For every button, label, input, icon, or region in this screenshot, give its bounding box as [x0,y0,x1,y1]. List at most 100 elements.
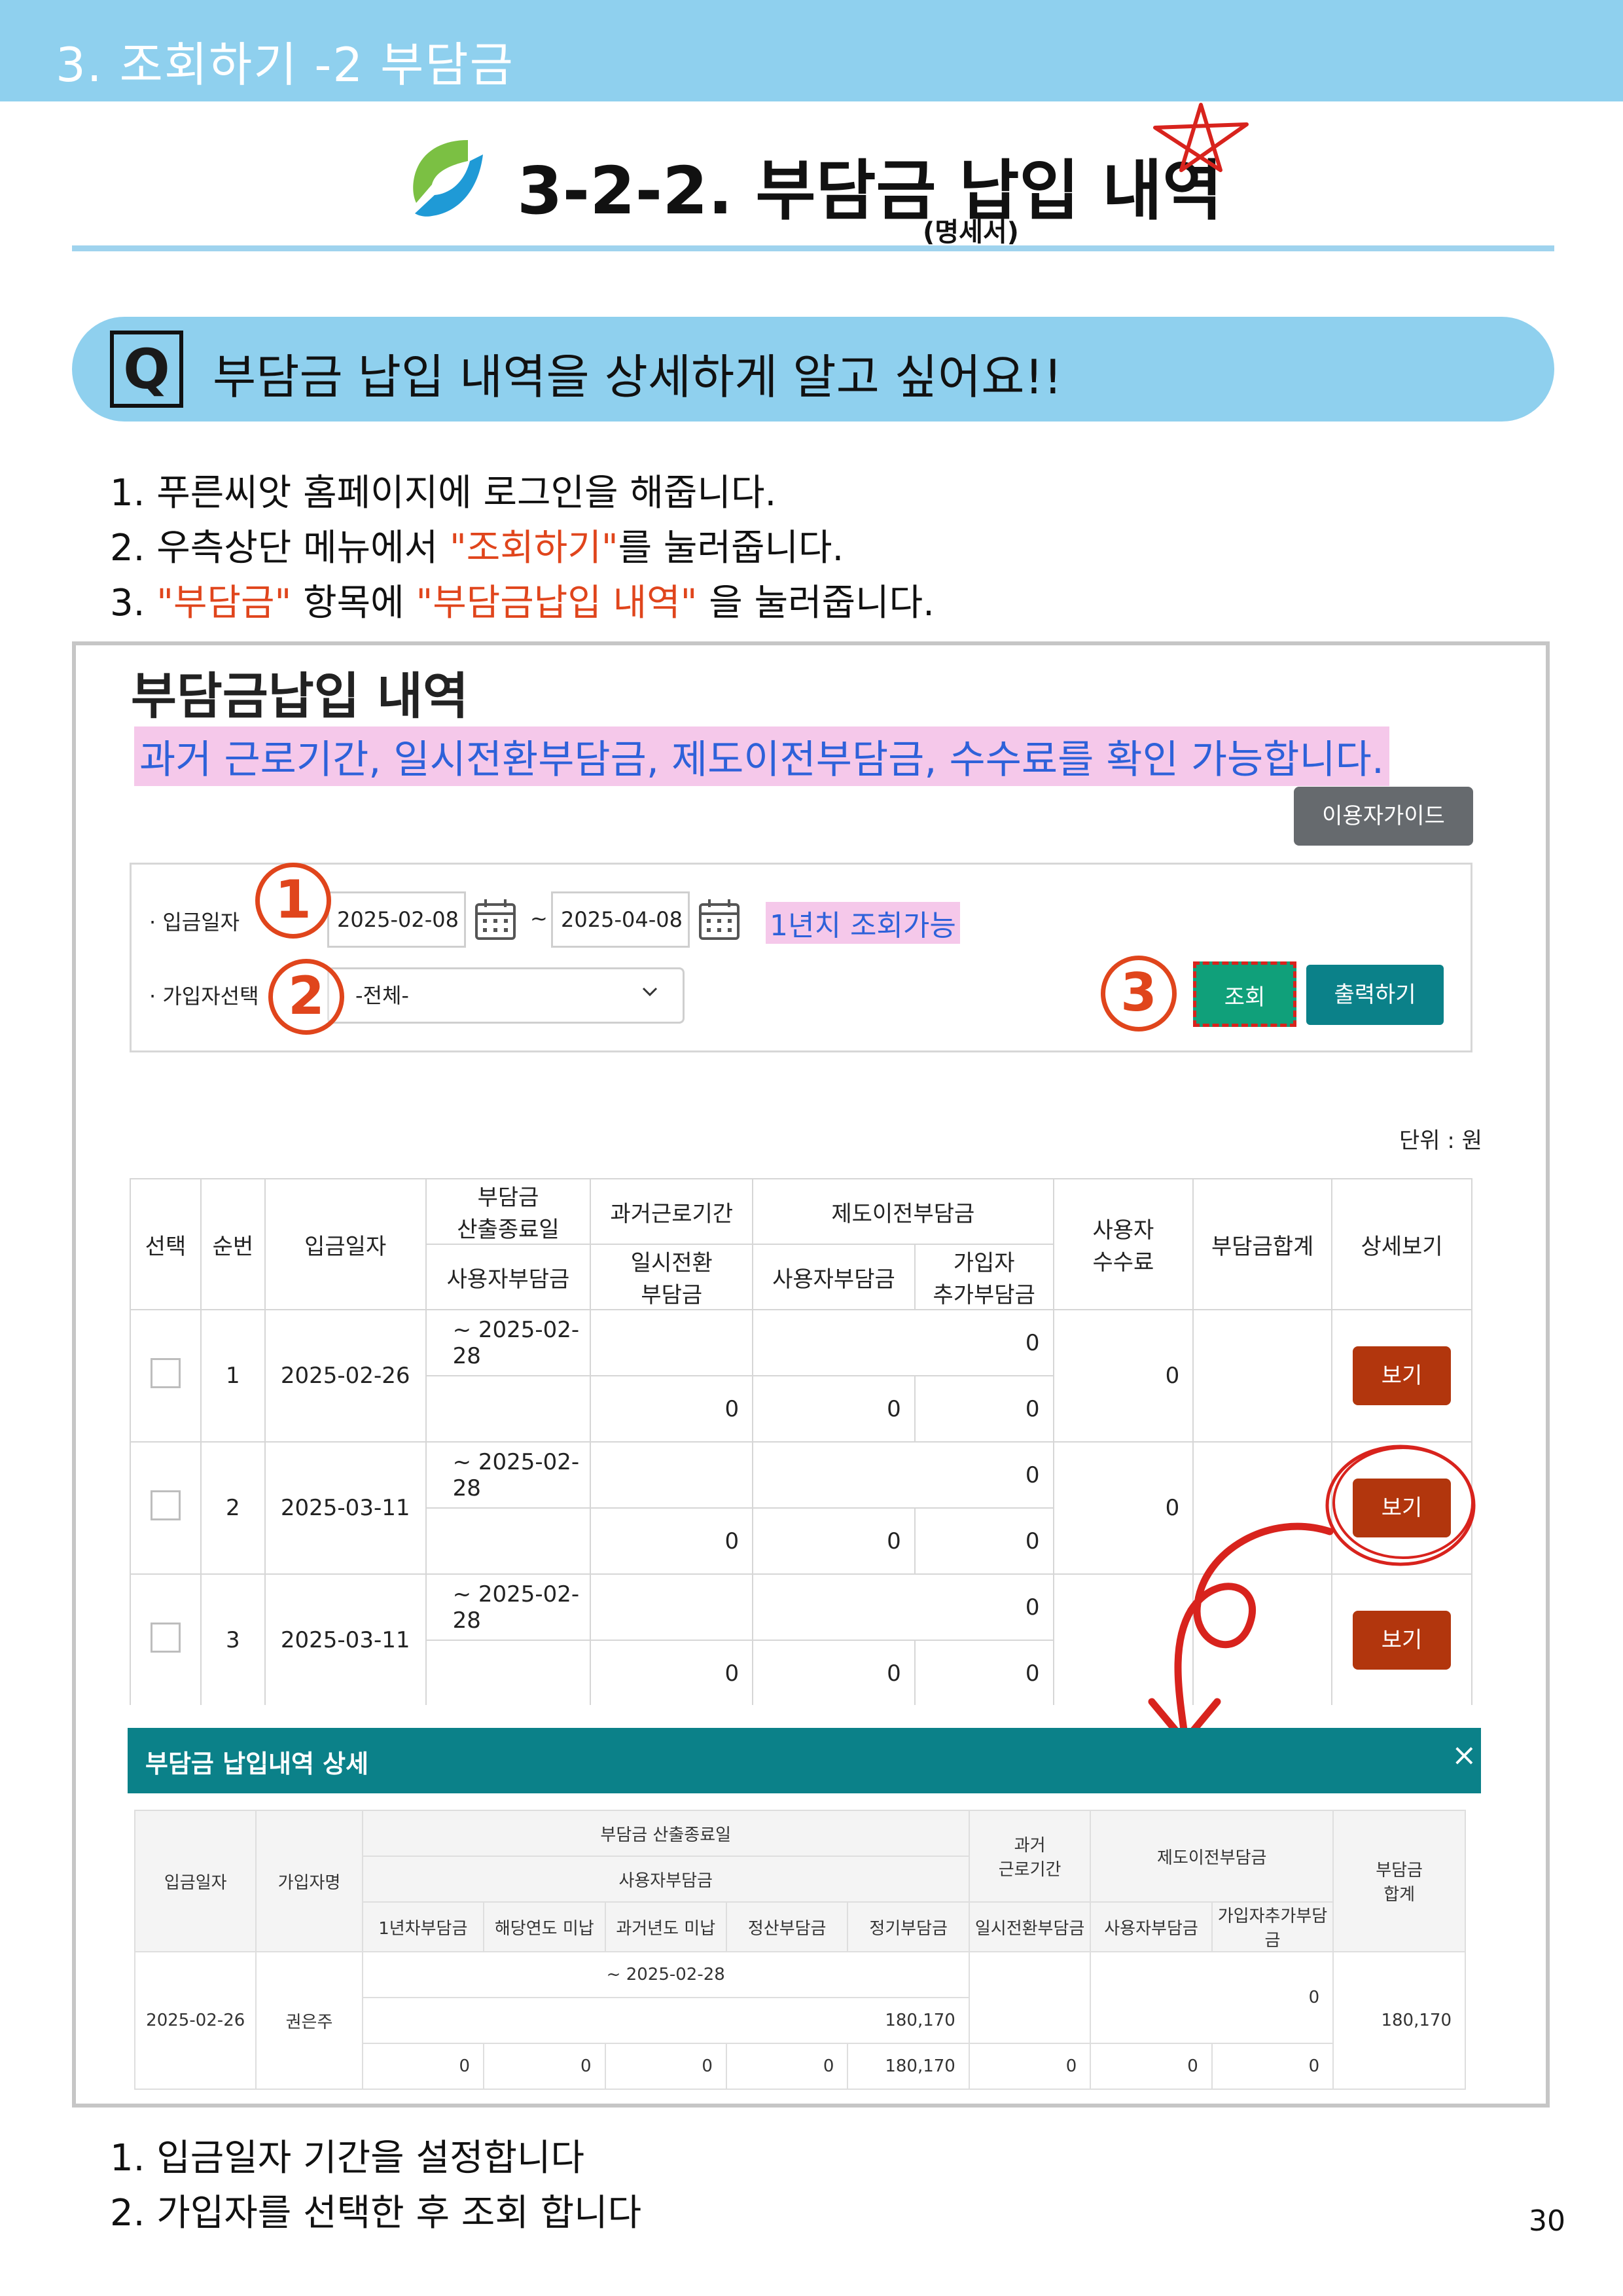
drow-c1: 0 [361,2043,485,2090]
dth-employer: 사용자부담금 [361,1856,970,1903]
step-1: 1. 푸른씨앗 홈페이지에 로그인을 해줍니다. [110,472,777,514]
row-checkbox-cell[interactable] [130,1309,202,1443]
row-date: 2025-02-26 [264,1309,427,1443]
th-calc-end: 부담금 산출종료일 [425,1178,592,1245]
member-select[interactable]: -전체- [327,967,685,1024]
dth-c2: 해당연도 미납 [483,1901,606,1952]
step-3: 3. "부담금" 항목에 "부담금납입 내역" 을 눌러줍니다. [110,573,935,626]
row-transfer-top: 0 [752,1573,1054,1641]
view-button[interactable]: 보기 [1353,1346,1451,1405]
th-temp: 일시전환 부담금 [590,1244,754,1310]
row-seq: 1 [200,1309,266,1443]
row-transfer-member: 0 [914,1507,1054,1575]
row-checkbox[interactable] [150,1357,181,1388]
calendar-icon[interactable] [696,897,742,942]
date-separator: ~ [530,906,548,931]
drow-c2: 0 [483,2043,606,2090]
th-transfer-employer: 사용자부담금 [752,1244,916,1310]
date-to-input[interactable]: 2025-04-08 [551,891,690,948]
date-label: · 입금일자 [149,910,240,935]
row-checkbox-cell[interactable] [130,1573,202,1707]
date-from-input[interactable]: 2025-02-08 [327,891,466,948]
row-checkbox[interactable] [150,1490,181,1520]
drow-c4: 0 [725,2043,849,2090]
range-note: 1년치 조회가능 [766,902,960,944]
th-seq: 순번 [200,1178,266,1310]
unit-label: 단위 : 원 [1399,1128,1482,1154]
dth-c7: 사용자부담금 [1090,1901,1213,1952]
modal-close-icon[interactable]: × [1452,1737,1477,1772]
row-employer-empty [425,1375,592,1443]
section-title: 3. 조회하기 -2 부담금 [56,37,514,92]
detail-row: 2025-02-26 권은주 ~ 2025-02-28 0 180,170 [134,1951,1466,2090]
user-guide-button[interactable]: 이용자가이드 [1294,787,1473,846]
drow-total: 180,170 [1332,1951,1466,2090]
row-fee: 0 [1052,1309,1194,1443]
row-transfer-member: 0 [914,1375,1054,1443]
row-date: 2025-03-11 [264,1441,427,1575]
th-past: 과거근로기간 [590,1178,754,1245]
dth-c4: 정산부담금 [725,1901,849,1952]
calendar-icon[interactable] [473,897,518,942]
row-view-cell: 보기 [1331,1309,1472,1443]
row-transfer-top: 0 [752,1441,1054,1509]
step-marker-3: 3 [1101,956,1177,1031]
dth-c5: 정기부담금 [847,1901,970,1952]
dth-c3: 과거년도 미납 [604,1901,727,1952]
step-marker-1: 1 [255,863,331,939]
row-end-date: ~ 2025-02-28 [425,1441,592,1509]
leaf-logo-icon [413,140,483,217]
bottom-step-1: 1. 입금일자 기간을 설정합니다 [110,2137,585,2179]
drow-c7: 0 [1090,2043,1213,2090]
drow-c5: 180,170 [847,2043,970,2090]
row-past-empty [590,1573,754,1641]
dth-calc-end: 부담금 산출종료일 [361,1810,970,1857]
bottom-step-2: 2. 가입자를 선택한 후 조회 합니다 [110,2192,642,2234]
row-date: 2025-03-11 [264,1573,427,1707]
row-transfer-member: 0 [914,1640,1054,1707]
row-end-date: ~ 2025-02-28 [425,1573,592,1641]
dth-c8: 가입자추가부담금 [1211,1901,1334,1952]
row-employer-empty [425,1640,592,1707]
detail-table: 입금일자 가입자명 부담금 산출종료일 과거 근로기간 제도이전부담금 부담금 … [134,1810,1466,2090]
drow-sum-employer: 180,170 [361,1997,970,2044]
star-doodle-icon [1153,103,1249,172]
row-total [1192,1309,1333,1443]
chevron-down-icon [642,987,658,997]
question-badge: Q [110,331,183,408]
row-checkbox-cell[interactable] [130,1441,202,1575]
row-temp: 0 [752,1640,916,1707]
dth-past: 과거 근로기간 [968,1810,1092,1903]
dth-c1: 1년차부담금 [361,1901,485,1952]
step-2-post: 를 눌러줍니다. [618,527,844,569]
drow-c6: 0 [968,2043,1092,2090]
th-employer: 사용자부담금 [425,1244,592,1310]
row-checkbox[interactable] [150,1622,181,1653]
table-row: 1 2025-02-26 ~ 2025-02-28 0 0 보기 [130,1309,1472,1443]
row-employer: 0 [590,1507,754,1575]
print-button[interactable]: 출력하기 [1306,965,1444,1025]
dth-c6: 일시전환부담금 [968,1901,1092,1952]
modal-title: 부담금 납입내역 상세 [145,1749,369,1778]
step-3-pre: 3. [110,582,157,624]
drow-end: ~ 2025-02-28 [361,1951,970,1998]
row-past-empty [590,1309,754,1376]
dth-member: 가입자명 [255,1810,363,1952]
page-title: 3-2-2. 부담금 납입 내역 [517,152,1223,229]
page-subtitle: (명세서) [923,217,1019,247]
step-marker-2: 2 [268,959,344,1035]
row-employer: 0 [590,1640,754,1707]
search-button[interactable]: 조회 [1193,961,1296,1027]
th-date: 입금일자 [264,1178,427,1310]
row-employer: 0 [590,1375,754,1443]
step-3-post: 을 눌러줍니다. [697,582,935,624]
step-2-pre: 2. 우측상단 메뉴에서 [110,527,450,569]
dth-transfer: 제도이전부담금 [1090,1810,1334,1903]
step-3-highlight-2: "부담금납입 내역" [416,582,698,624]
row-temp: 0 [752,1375,916,1443]
row-seq: 2 [200,1441,266,1575]
th-total: 부담금합계 [1192,1178,1333,1310]
drow-c3: 0 [604,2043,727,2090]
th-transfer: 제도이전부담금 [752,1178,1054,1245]
drow-transfer-top: 0 [1090,1951,1334,2044]
